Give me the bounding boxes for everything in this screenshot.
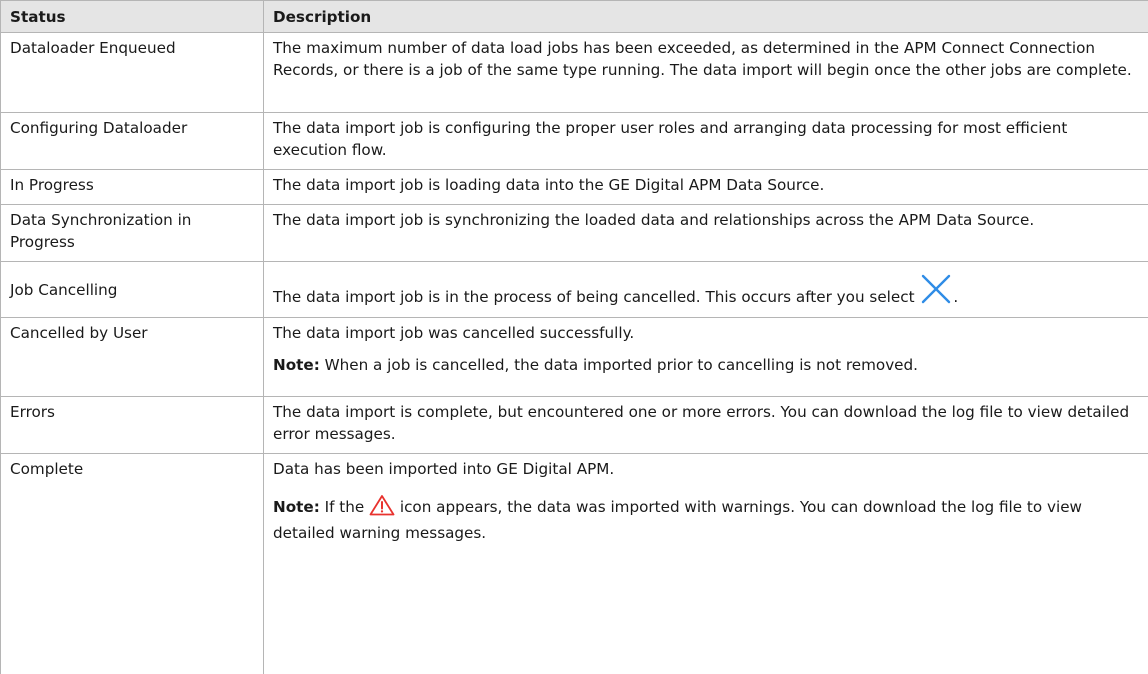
status-cell: Data Synchronization in Progress bbox=[0, 204, 264, 262]
description-text: The data import job is in the process of… bbox=[273, 272, 1139, 308]
description-text: The data import job is synchronizing the… bbox=[273, 211, 1035, 229]
table-body: Dataloader Enqueued The maximum number o… bbox=[0, 32, 1148, 674]
description-cell: The maximum number of data load jobs has… bbox=[263, 32, 1148, 113]
description-cell: The data import job is synchronizing the… bbox=[263, 204, 1148, 262]
table-row: Complete Data has been imported into GE … bbox=[0, 453, 1148, 674]
table-row: Data Synchronization in Progress The dat… bbox=[0, 204, 1148, 262]
description-cell: The data import job is configuring the p… bbox=[263, 112, 1148, 170]
description-text: The data import job is configuring the p… bbox=[273, 119, 1068, 159]
table-row: Cancelled by User The data import job wa… bbox=[0, 317, 1148, 397]
note-label: Note: bbox=[273, 498, 320, 516]
close-x-icon bbox=[919, 272, 953, 306]
header-status: Status bbox=[0, 0, 264, 33]
note-label: Note: bbox=[273, 356, 320, 374]
note-text-before-icon: If the bbox=[319, 498, 365, 516]
note-text: When a job is cancelled, the data import… bbox=[319, 356, 918, 374]
description-cell: The data import job was cancelled succes… bbox=[263, 317, 1148, 397]
header-row: Status Description bbox=[0, 0, 1148, 33]
note-paragraph: Note: If the icon appears, the data was … bbox=[273, 494, 1139, 544]
status-table: Status Description Dataloader Enqueued T… bbox=[0, 0, 1148, 674]
table-row: Dataloader Enqueued The maximum number o… bbox=[0, 32, 1148, 113]
status-table-page: Status Description Dataloader Enqueued T… bbox=[0, 0, 1148, 674]
description-cell: The data import job is loading data into… bbox=[263, 169, 1148, 205]
table-row: Errors The data import is complete, but … bbox=[0, 396, 1148, 454]
table-row: Job Cancelling The data import job is in… bbox=[0, 261, 1148, 318]
status-cell: Errors bbox=[0, 396, 264, 454]
table-row: In Progress The data import job is loadi… bbox=[0, 169, 1148, 205]
table-row: Configuring Dataloader The data import j… bbox=[0, 112, 1148, 170]
description-text: The data import job is loading data into… bbox=[273, 176, 825, 194]
description-cell: The data import is complete, but encount… bbox=[263, 396, 1148, 454]
header-description: Description bbox=[263, 0, 1148, 33]
description-text: The maximum number of data load jobs has… bbox=[273, 39, 1132, 79]
status-cell: Dataloader Enqueued bbox=[0, 32, 264, 113]
description-text: The data import is complete, but encount… bbox=[273, 403, 1130, 443]
description-cell: Data has been imported into GE Digital A… bbox=[263, 453, 1148, 674]
status-cell: Job Cancelling bbox=[0, 261, 264, 318]
description-before-icon: The data import job is in the process of… bbox=[273, 287, 915, 306]
status-cell: Complete bbox=[0, 453, 264, 674]
description-text: Data has been imported into GE Digital A… bbox=[273, 460, 615, 478]
table-header: Status Description bbox=[0, 0, 1148, 33]
status-cell: Cancelled by User bbox=[0, 317, 264, 397]
note-paragraph: Note: When a job is cancelled, the data … bbox=[273, 354, 1139, 376]
description-after-icon: . bbox=[953, 287, 959, 306]
warning-triangle-icon bbox=[369, 494, 395, 522]
description-cell: The data import job is in the process of… bbox=[263, 261, 1148, 318]
description-text: The data import job was cancelled succes… bbox=[273, 324, 635, 342]
status-cell: In Progress bbox=[0, 169, 264, 205]
status-cell: Configuring Dataloader bbox=[0, 112, 264, 170]
